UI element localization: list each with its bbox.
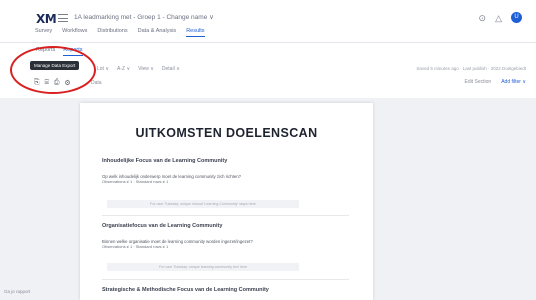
report-page: UITKOMSTEN DOELENSCAN Inhoudelijke Focus… [80,103,373,300]
response-placeholder[interactable]: For user Tuesday: unique learning commun… [107,263,299,271]
filter-lot[interactable]: Lot ∨ [97,66,109,72]
top-header: XM 1A leadmarking met - Groep 1 - Change… [0,0,536,40]
nav-survey[interactable]: Survey [35,28,52,37]
section-heading: Strategische & Methodische Focus van de … [102,287,269,293]
filter-sort[interactable]: A-Z ∨ [117,66,130,72]
save-status: Saved 5 minutes ago · Last publish · 202… [416,66,526,71]
report-section-3[interactable]: Strategische & Methodische Focus van de … [102,287,352,300]
nav-data-analysis[interactable]: Data & Analysis [138,28,177,37]
edit-section-button[interactable]: Edit Section [465,79,492,85]
report-title: UITKOMSTEN DOELENSCAN [135,126,318,140]
section-divider [102,215,349,216]
avatar[interactable]: U [511,12,522,23]
highlight-circle [10,46,96,94]
menu-icon[interactable] [58,14,68,22]
main-nav: Survey Workflows Distributions Data & An… [35,28,205,37]
nav-distributions[interactable]: Distributions [97,28,127,37]
project-title[interactable]: 1A leadmarking met - Groep 1 - Change na… [74,13,214,21]
add-filter-button[interactable]: Add filter ∨ [501,79,526,85]
report-section-1[interactable]: Inhoudelijke Focus van de Learning Commu… [102,158,352,184]
right-controls: Edit Section Add filter ∨ [465,79,526,85]
footer-link[interactable]: Ga je rapport [4,289,30,294]
data-label[interactable]: Data [91,80,102,86]
nav-results[interactable]: Results [186,28,205,37]
section-divider [102,279,349,280]
response-placeholder[interactable]: For user Tuesday: unique inhoud 'Learnin… [107,200,299,208]
section-heading: Organisatiefocus van de Learning Communi… [102,223,223,229]
help-icon[interactable]: ⊙ [479,13,487,23]
filter-row: Lot ∨ A-Z ∨ View ∨ Detail ∨ [97,66,180,72]
nav-workflows[interactable]: Workflows [62,28,87,37]
bell-icon[interactable]: △ [495,13,502,23]
section-heading: Inhoudelijke Focus van de Learning Commu… [102,158,228,164]
xm-logo[interactable]: XM [36,12,57,26]
report-section-2[interactable]: Organisatiefocus van de Learning Communi… [102,223,352,249]
header-divider [0,42,536,43]
header-actions: ⊙ △ U [479,12,522,23]
filter-detail[interactable]: Detail ∨ [162,66,180,72]
question-meta: Observations ≠ 1 · Standard rows ≠ 1 [102,179,169,184]
filter-view[interactable]: View ∨ [138,66,154,72]
question-meta: Observations ≠ 1 · Standard rows ≠ 1 [102,244,169,249]
